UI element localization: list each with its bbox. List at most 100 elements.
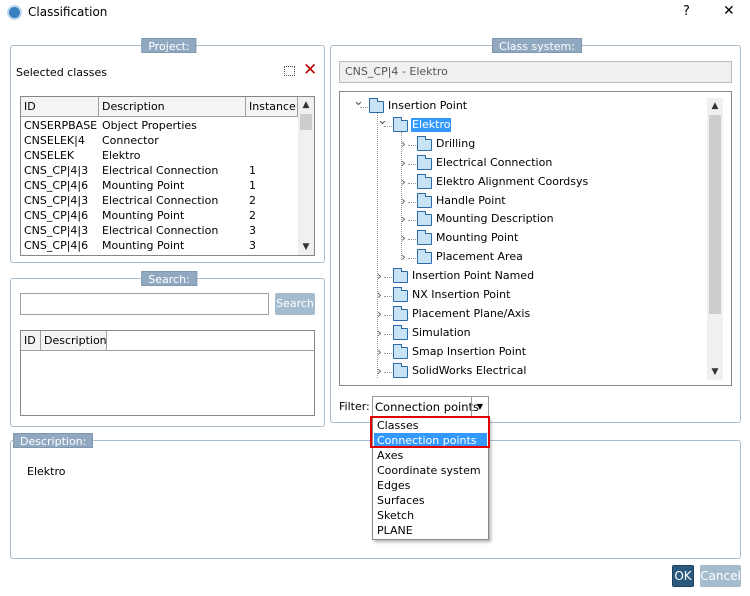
table-row[interactable]: CNS_CP|4|3 Electrical Connection 3	[21, 223, 298, 238]
table-row[interactable]: CNS_CP|4|6 Mounting Point 2	[21, 208, 298, 223]
collapse-icon[interactable]: ⌄	[353, 93, 364, 111]
cell-id: CNSELEK	[24, 149, 75, 162]
tree-node[interactable]: › Mounting Point	[401, 229, 721, 247]
tree-scrollbar-thumb[interactable]	[709, 115, 721, 314]
tree-node[interactable]: › NX Insertion Point	[377, 286, 697, 304]
search-label: Search:	[141, 271, 197, 286]
tree-node-label: Handle Point	[436, 193, 506, 207]
dropdown-option[interactable]: Edges	[374, 478, 487, 493]
tree-node-label: SolidWorks Electrical	[412, 363, 527, 377]
collapse-icon[interactable]: ⌄	[377, 112, 388, 130]
tree-node-label: Elektro	[411, 117, 452, 132]
table-row[interactable]: CNS_CP|4|3 Electrical Connection 2	[21, 193, 298, 208]
chevron-down-icon[interactable]: ▼	[471, 397, 488, 416]
tree-node[interactable]: › Simulation	[377, 324, 697, 342]
selected-classes-label: Selected classes	[16, 66, 107, 79]
folder-icon	[417, 173, 432, 189]
tree-node[interactable]: › Elektro Alignment Coordsys	[401, 173, 721, 191]
tree-node[interactable]: › Mounting Description	[401, 210, 721, 228]
cell-instance: 3	[249, 239, 256, 252]
filter-select[interactable]: Connection points ▼	[372, 396, 489, 417]
cell-instance: 1	[249, 179, 256, 192]
column-header-id[interactable]: ID	[21, 331, 41, 351]
cell-description: Mounting Point	[102, 179, 185, 192]
dropdown-option[interactable]: Axes	[374, 448, 487, 463]
cell-id: CNS_CP|4|3	[24, 164, 89, 177]
tree-node[interactable]: › Drilling	[401, 135, 721, 153]
dropdown-option[interactable]: Sketch	[374, 508, 487, 523]
title-bar: Classification ? ✕	[0, 0, 750, 26]
table-row[interactable]: CNSERPBASE Object Properties	[21, 118, 298, 133]
folder-icon	[417, 249, 432, 265]
close-button[interactable]: ✕	[723, 3, 735, 19]
tree-node[interactable]: › Placement Area	[401, 248, 721, 266]
expand-icon[interactable]: ›	[401, 210, 406, 228]
table-row[interactable]: CNS_CP|4|6 Mounting Point 1	[21, 178, 298, 193]
folder-icon	[417, 211, 432, 227]
search-button[interactable]: Search	[275, 293, 315, 315]
cell-description: Mounting Point	[102, 209, 185, 222]
cancel-button[interactable]: Cancel	[700, 565, 741, 587]
cell-instance: 3	[249, 224, 256, 237]
selected-classes-table: ID Description Instance CNSERPBASE Object…	[20, 96, 315, 256]
scrollbar-thumb[interactable]	[300, 114, 312, 130]
tree-node[interactable]: › Electrical Connection	[401, 154, 721, 172]
folder-icon	[393, 305, 408, 321]
dropdown-option[interactable]: Coordinate system	[374, 463, 487, 478]
search-input[interactable]	[20, 293, 269, 315]
expand-icon[interactable]: ›	[401, 173, 406, 191]
tree-node[interactable]: › Placement Plane/Axis	[377, 305, 697, 323]
delete-icon[interactable]: ✕	[303, 60, 317, 80]
expand-icon[interactable]: ›	[377, 324, 382, 342]
cell-id: CNS_CP|4|3	[24, 224, 89, 237]
folder-icon	[417, 135, 432, 151]
scrollbar[interactable]: ▲ ▼	[298, 97, 314, 255]
cell-id: CNSELEK|4	[24, 134, 85, 147]
cell-id: CNS_CP|4|3	[24, 194, 89, 207]
tree-node[interactable]: › Handle Point	[401, 192, 721, 210]
new-item-icon[interactable]	[284, 66, 295, 76]
cell-description: Mounting Point	[102, 239, 185, 252]
expand-icon[interactable]: ›	[377, 362, 382, 380]
expand-icon[interactable]: ›	[401, 229, 406, 247]
cell-instance: 2	[249, 209, 256, 222]
column-header-description[interactable]: Description	[99, 97, 246, 117]
expand-icon[interactable]: ›	[377, 267, 382, 285]
expand-icon[interactable]: ›	[401, 248, 406, 266]
expand-icon[interactable]: ›	[377, 343, 382, 361]
table-row[interactable]: CNSELEK Elektro	[21, 148, 298, 163]
cell-description: Connector	[102, 134, 159, 147]
table-row[interactable]: CNSELEK|4 Connector	[21, 133, 298, 148]
tree-scrollbar[interactable]: ▲ ▼	[707, 98, 723, 380]
help-button[interactable]: ?	[683, 4, 690, 19]
folder-icon	[393, 324, 408, 340]
ok-button[interactable]: OK	[672, 565, 694, 587]
tree-node-label: Mounting Description	[436, 212, 554, 226]
expand-icon[interactable]: ›	[401, 154, 406, 172]
column-header-id[interactable]: ID	[21, 97, 99, 117]
dropdown-option[interactable]: PLANE	[374, 523, 487, 538]
tree-node[interactable]: ⌄ Insertion Point	[353, 94, 673, 115]
table-row[interactable]: CNS_CP|4|3 Electrical Connection 1	[21, 163, 298, 178]
expand-icon[interactable]: ›	[377, 286, 382, 304]
tree-node[interactable]: › SolidWorks Electrical	[377, 362, 697, 380]
cell-description: Elektro	[102, 149, 141, 162]
expand-icon[interactable]: ›	[377, 305, 382, 323]
folder-icon	[417, 154, 432, 170]
column-header-description[interactable]: Description	[41, 331, 107, 351]
cell-instance: 2	[249, 194, 256, 207]
tree-node[interactable]: › Smap Insertion Point	[377, 343, 697, 361]
app-icon	[7, 5, 22, 20]
folder-icon	[393, 287, 408, 302]
folder-icon	[393, 362, 408, 378]
tree-node[interactable]: ⌄ Elektro	[377, 113, 697, 134]
column-header-instance[interactable]: Instance	[246, 97, 298, 117]
expand-icon[interactable]: ›	[401, 135, 406, 153]
dropdown-option[interactable]: Surfaces	[374, 493, 487, 508]
expand-icon[interactable]: ›	[401, 192, 406, 210]
folder-icon	[393, 343, 408, 359]
tree-node-label: Insertion Point	[388, 99, 468, 112]
table-row[interactable]: CNS_CP|4|6 Mounting Point 3	[21, 238, 298, 253]
folder-icon	[393, 116, 408, 132]
tree-node[interactable]: › Insertion Point Named	[377, 267, 697, 285]
